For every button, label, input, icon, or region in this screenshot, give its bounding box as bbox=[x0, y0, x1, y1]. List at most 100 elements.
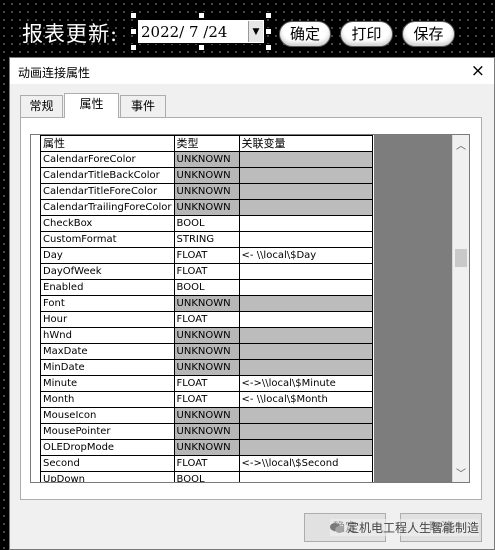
property-name-cell[interactable]: MouseIcon bbox=[40, 407, 175, 424]
table-row[interactable]: OLEDropMode UNKNOWN bbox=[40, 439, 373, 456]
property-name-cell[interactable]: UpDown bbox=[40, 471, 175, 482]
property-name-cell[interactable]: MaxDate bbox=[40, 343, 175, 360]
table-header-row: 属性 类型 关联变量 bbox=[40, 135, 373, 152]
property-type-cell: FLOAT bbox=[173, 391, 240, 408]
linked-variable-cell[interactable] bbox=[238, 263, 373, 280]
table-row[interactable]: MinDate UNKNOWN bbox=[40, 359, 373, 376]
selection-handle[interactable] bbox=[265, 12, 272, 19]
table-row[interactable]: Hour FLOAT bbox=[40, 311, 373, 328]
dialog-title: 动画连接属性 bbox=[18, 66, 91, 80]
linked-variable-cell[interactable] bbox=[238, 439, 373, 456]
property-name-cell[interactable]: DayOfWeek bbox=[40, 263, 175, 280]
property-name-cell[interactable]: MousePointer bbox=[40, 423, 175, 440]
linked-variable-cell[interactable] bbox=[238, 231, 373, 248]
property-name-cell[interactable]: CalendarTitleBackColor bbox=[40, 167, 175, 184]
selection-handle[interactable] bbox=[265, 28, 272, 35]
selection-handle[interactable] bbox=[198, 44, 205, 51]
property-name-cell[interactable]: OLEDropMode bbox=[40, 439, 175, 456]
property-name-cell[interactable]: hWnd bbox=[40, 327, 175, 344]
tab-general[interactable]: 常规 bbox=[20, 95, 63, 117]
vertical-scrollbar[interactable]: ︿ ﹀ bbox=[452, 135, 469, 482]
table-row[interactable]: CustomFormat STRING bbox=[40, 231, 373, 248]
selection-handle[interactable] bbox=[198, 12, 205, 19]
table-row[interactable]: MouseIcon UNKNOWN bbox=[40, 407, 373, 424]
linked-variable-cell[interactable] bbox=[238, 199, 373, 216]
property-table: 属性 类型 关联变量 CalendarForeColor UNKNOWN Calen… bbox=[40, 135, 373, 482]
linked-variable-cell[interactable] bbox=[238, 359, 373, 376]
close-icon[interactable]: × bbox=[471, 61, 485, 81]
property-name-cell[interactable]: Minute bbox=[40, 375, 175, 392]
table-row[interactable]: Second FLOAT <->\\local\$Second bbox=[40, 455, 373, 472]
linked-variable-cell[interactable] bbox=[238, 167, 373, 184]
table-row[interactable]: CalendarTrailingForeColor UNKNOWN bbox=[40, 199, 373, 216]
property-name-cell[interactable]: CalendarTitleForeColor bbox=[40, 183, 175, 200]
property-name-cell[interactable]: Day bbox=[40, 247, 175, 264]
chevron-up-icon[interactable]: ︿ bbox=[453, 137, 469, 152]
property-type-cell: FLOAT bbox=[173, 311, 240, 328]
table-row[interactable]: Minute FLOAT <->\\local\$Minute bbox=[40, 375, 373, 392]
tab-events[interactable]: 事件 bbox=[120, 95, 166, 117]
property-name-cell[interactable]: CheckBox bbox=[40, 215, 175, 232]
table-row[interactable]: MousePointer UNKNOWN bbox=[40, 423, 373, 440]
property-name-cell[interactable]: CalendarForeColor bbox=[40, 151, 175, 168]
property-name-cell[interactable]: Second bbox=[40, 455, 175, 472]
linked-variable-cell[interactable] bbox=[238, 151, 373, 168]
property-name-cell[interactable]: MinDate bbox=[40, 359, 175, 376]
linked-variable-cell[interactable] bbox=[238, 407, 373, 424]
property-type-cell: UNKNOWN bbox=[173, 439, 240, 456]
property-name-cell[interactable]: CalendarTrailingForeColor bbox=[40, 199, 175, 216]
table-row[interactable]: DayOfWeek FLOAT bbox=[40, 263, 373, 280]
linked-variable-cell[interactable]: <- \\local\$Month bbox=[238, 391, 373, 408]
table-row[interactable]: hWnd UNKNOWN bbox=[40, 327, 373, 344]
save-button[interactable]: 保存 bbox=[402, 21, 455, 47]
linked-variable-cell[interactable] bbox=[238, 343, 373, 360]
property-type-cell: FLOAT bbox=[173, 375, 240, 392]
property-type-cell: UNKNOWN bbox=[173, 343, 240, 360]
property-type-cell: UNKNOWN bbox=[173, 423, 240, 440]
property-type-cell: UNKNOWN bbox=[173, 407, 240, 424]
table-row[interactable]: CalendarForeColor UNKNOWN bbox=[40, 151, 373, 168]
property-name-cell[interactable]: Enabled bbox=[40, 279, 175, 296]
column-header-variable: 关联变量 bbox=[238, 135, 373, 152]
linked-variable-cell[interactable] bbox=[238, 311, 373, 328]
property-type-cell: BOOL bbox=[173, 279, 240, 296]
selection-handle[interactable] bbox=[130, 12, 137, 19]
property-name-cell[interactable]: Hour bbox=[40, 311, 175, 328]
report-toolbar: 报表更新: 2022/ 7 /24 ▼ 确定 打印 保存 bbox=[0, 0, 495, 56]
linked-variable-cell[interactable] bbox=[238, 423, 373, 440]
date-picker[interactable]: 2022/ 7 /24 ▼ bbox=[137, 19, 265, 44]
linked-variable-cell[interactable]: <->\\local\$Second bbox=[238, 455, 373, 472]
table-row[interactable]: Enabled BOOL bbox=[40, 279, 373, 296]
table-row[interactable]: CalendarTitleForeColor UNKNOWN bbox=[40, 183, 373, 200]
chevron-down-icon[interactable]: ▼ bbox=[248, 21, 263, 42]
scrollbar-thumb[interactable] bbox=[455, 249, 467, 267]
linked-variable-cell[interactable] bbox=[238, 215, 373, 232]
selection-handle[interactable] bbox=[130, 44, 137, 51]
property-name-cell[interactable]: Month bbox=[40, 391, 175, 408]
table-row[interactable]: CheckBox BOOL bbox=[40, 215, 373, 232]
tab-properties[interactable]: 属性 bbox=[64, 93, 119, 118]
linked-variable-cell[interactable]: <->\\local\$Minute bbox=[238, 375, 373, 392]
linked-variable-cell[interactable] bbox=[238, 327, 373, 344]
selection-handle[interactable] bbox=[265, 44, 272, 51]
animation-link-dialog: 动画连接属性 × 常规 属性 事件 属性 类型 关联变量 CalendarFor… bbox=[9, 57, 495, 550]
linked-variable-cell[interactable] bbox=[238, 295, 373, 312]
property-name-cell[interactable]: CustomFormat bbox=[40, 231, 175, 248]
linked-variable-cell[interactable]: <- \\local\$Day bbox=[238, 247, 373, 264]
linked-variable-cell[interactable] bbox=[238, 471, 373, 482]
table-row[interactable]: CalendarTitleBackColor UNKNOWN bbox=[40, 167, 373, 184]
selection-handle[interactable] bbox=[130, 28, 137, 35]
table-row[interactable]: Font UNKNOWN bbox=[40, 295, 373, 312]
table-row[interactable]: Day FLOAT <- \\local\$Day bbox=[40, 247, 373, 264]
table-row[interactable]: UpDown BOOL bbox=[40, 471, 373, 482]
table-row[interactable]: Month FLOAT <- \\local\$Month bbox=[40, 391, 373, 408]
linked-variable-cell[interactable] bbox=[238, 183, 373, 200]
linked-variable-cell[interactable] bbox=[238, 279, 373, 296]
chevron-down-icon[interactable]: ﹀ bbox=[453, 465, 469, 480]
confirm-button[interactable]: 确定 bbox=[279, 21, 331, 47]
report-update-label: 报表更新: bbox=[22, 22, 119, 46]
property-type-cell: BOOL bbox=[173, 215, 240, 232]
table-row[interactable]: MaxDate UNKNOWN bbox=[40, 343, 373, 360]
print-button[interactable]: 打印 bbox=[340, 21, 393, 47]
property-name-cell[interactable]: Font bbox=[40, 295, 175, 312]
